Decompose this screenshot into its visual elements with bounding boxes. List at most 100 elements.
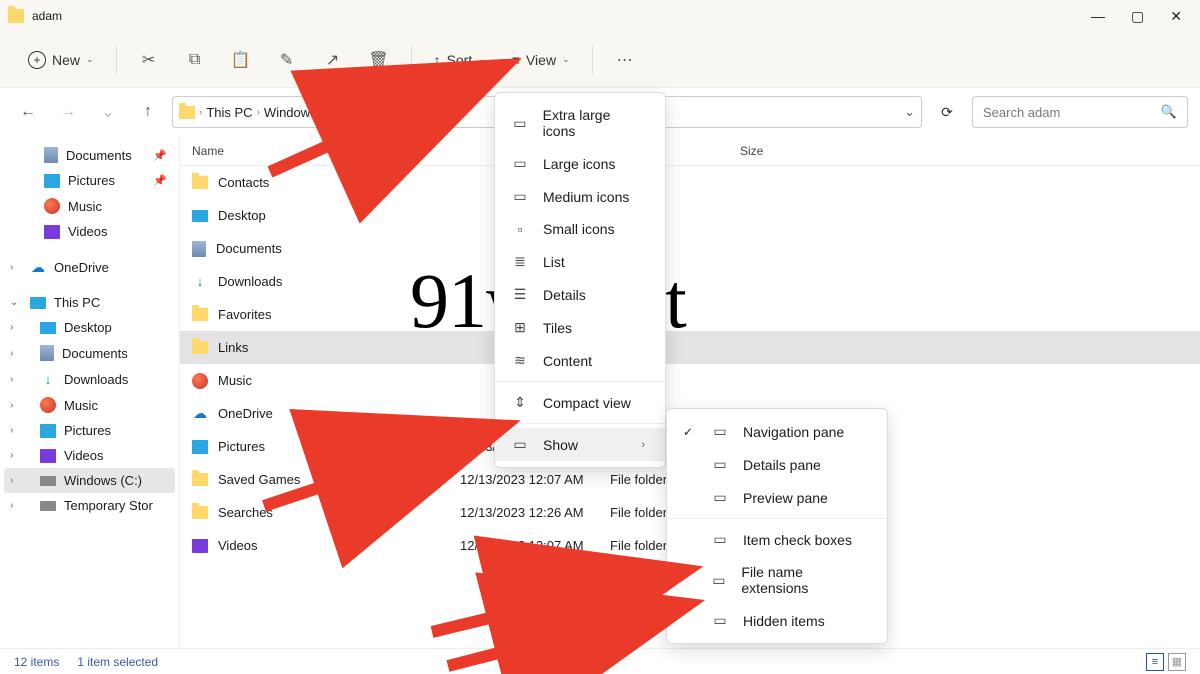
folder-icon (192, 176, 208, 189)
table-row[interactable]: Links (180, 331, 1200, 364)
sidebar-item[interactable]: Documents📌 (4, 142, 175, 168)
copy-button[interactable]: ⧉ (177, 45, 213, 75)
close-button[interactable]: ✕ (1170, 8, 1182, 25)
plus-icon: + (28, 51, 46, 69)
file-name: Links (218, 340, 248, 355)
crumb[interactable]: Users (353, 105, 387, 120)
dl-icon (40, 371, 56, 387)
col-name[interactable]: Name (192, 144, 224, 158)
file-name: Videos (218, 538, 258, 553)
forward-button[interactable]: → (52, 103, 84, 121)
sidebar-item[interactable]: ›Videos (4, 443, 175, 468)
pic-icon (40, 424, 56, 438)
sidebar-item[interactable]: ›Desktop (4, 315, 175, 340)
sidebar-label: Videos (68, 224, 108, 239)
menu-item[interactable]: ▭Show› (495, 428, 665, 461)
file-name: Desktop (218, 208, 266, 223)
crumb[interactable]: Windows (C:) (264, 105, 342, 120)
delete-button[interactable]: 🗑 (361, 44, 397, 76)
search-input[interactable]: Search adam 🔍 (972, 96, 1188, 128)
folder-icon (192, 506, 208, 519)
sidebar-item[interactable]: ›Pictures (4, 418, 175, 443)
menu-label: Navigation pane (743, 424, 844, 440)
address-dropdown[interactable]: ⌄ (904, 104, 915, 120)
sidebar-item[interactable]: ›Downloads (4, 366, 175, 392)
menu-item[interactable]: ▭Large icons (495, 147, 665, 180)
view-menu: ▭Extra large icons▭Large icons▭Medium ic… (494, 92, 666, 468)
sidebar-label: Documents (66, 148, 132, 163)
toolbar: + New ⌄ ✂ ⧉ 📋 ✎ ↗ 🗑 ↕ Sort ⌄ ≡ View ⌄ ⋯ (0, 32, 1200, 88)
minimize-button[interactable]: — (1091, 8, 1105, 25)
back-button[interactable]: ← (12, 103, 44, 121)
sidebar-label: Music (64, 398, 98, 413)
crumb[interactable]: This PC (206, 105, 252, 120)
menu-item[interactable]: ▭Medium icons (495, 180, 665, 213)
chevron-down-icon: ⌄ (562, 54, 570, 65)
recent-dropdown[interactable]: ⌄ (92, 102, 124, 122)
thumbnails-view-toggle[interactable]: ▦ (1168, 653, 1186, 671)
cut-button[interactable]: ✂ (131, 44, 167, 76)
sidebar-item[interactable]: ›Temporary Stor (4, 493, 175, 518)
menu-item[interactable]: ▫Small icons (495, 213, 665, 245)
sidebar-item[interactable]: ›Music (4, 392, 175, 418)
table-row[interactable]: Desktop (180, 199, 1200, 232)
details-view-toggle[interactable]: ≡ (1146, 653, 1164, 671)
menu-icon: ☰ (511, 286, 529, 303)
sidebar-item[interactable]: ⌄This PC (4, 290, 175, 315)
sidebar-item[interactable]: ›Documents (4, 340, 175, 366)
menu-label: Preview pane (743, 490, 828, 506)
doc-icon (40, 345, 54, 361)
rename-button[interactable]: ✎ (269, 44, 305, 76)
pic-icon (192, 440, 208, 454)
menu-item[interactable]: ▭File name extensions (667, 556, 887, 604)
more-button[interactable]: ⋯ (607, 44, 643, 76)
sidebar-item[interactable]: Music (4, 193, 175, 219)
menu-item[interactable]: ▭Details pane (667, 448, 887, 481)
crumb[interactable]: adam (399, 105, 432, 120)
table-row[interactable]: Documents (180, 232, 1200, 265)
selection-count: 1 item selected (77, 655, 158, 669)
folder-icon (192, 341, 208, 354)
view-button[interactable]: ≡ View ⌄ (504, 46, 578, 74)
menu-icon: ▭ (711, 489, 729, 506)
folder-icon (8, 9, 24, 23)
refresh-button[interactable]: ⟳ (930, 96, 964, 128)
sidebar-item[interactable]: ›OneDrive (4, 254, 175, 280)
sidebar-item[interactable]: Videos (4, 219, 175, 244)
table-row[interactable]: Music (180, 364, 1200, 397)
music-icon (192, 373, 208, 389)
file-name: Searches (218, 505, 273, 520)
sort-button[interactable]: ↕ Sort ⌄ (426, 46, 494, 74)
menu-item[interactable]: ☰Details (495, 278, 665, 311)
col-size[interactable]: Size (740, 144, 820, 158)
doc-icon (44, 147, 58, 163)
menu-icon: ≣ (511, 253, 529, 270)
menu-label: Details pane (743, 457, 821, 473)
table-row[interactable]: Favorites (180, 298, 1200, 331)
menu-item[interactable]: ▭ Preview pane (667, 481, 887, 514)
file-date: 12/13/2023 12:07 AM (460, 538, 610, 553)
column-headers[interactable]: Name ˄ Date modified Type Size (180, 136, 1200, 166)
menu-item[interactable]: ≣List (495, 245, 665, 278)
menu-item[interactable]: ≋Content (495, 344, 665, 377)
menu-item[interactable]: ▭Extra large icons (495, 99, 665, 147)
menu-item[interactable]: ⊞Tiles (495, 311, 665, 344)
menu-item[interactable]: ▭Item check boxes (667, 523, 887, 556)
menu-item[interactable]: ⇕Compact view (495, 386, 665, 419)
file-date: 12/13/2023 12:07 AM (460, 472, 610, 487)
menu-item[interactable]: ✓▭Navigation pane (667, 415, 887, 448)
chevron-down-icon: ⌄ (478, 54, 486, 65)
up-button[interactable]: ↑ (132, 103, 164, 121)
share-button[interactable]: ↗ (315, 44, 351, 76)
table-row[interactable]: Downloads (180, 265, 1200, 298)
menu-item[interactable]: ▭Hidden items (667, 604, 887, 637)
menu-label: Medium icons (543, 189, 629, 205)
maximize-button[interactable]: ▢ (1131, 8, 1144, 25)
view-label: View (526, 52, 556, 68)
table-row[interactable]: Contacts (180, 166, 1200, 199)
new-button[interactable]: + New ⌄ (20, 45, 102, 75)
window-title: adam (32, 9, 62, 23)
sidebar-item[interactable]: Pictures📌 (4, 168, 175, 193)
sidebar-item[interactable]: ›Windows (C:) (4, 468, 175, 493)
paste-button[interactable]: 📋 (223, 44, 259, 76)
